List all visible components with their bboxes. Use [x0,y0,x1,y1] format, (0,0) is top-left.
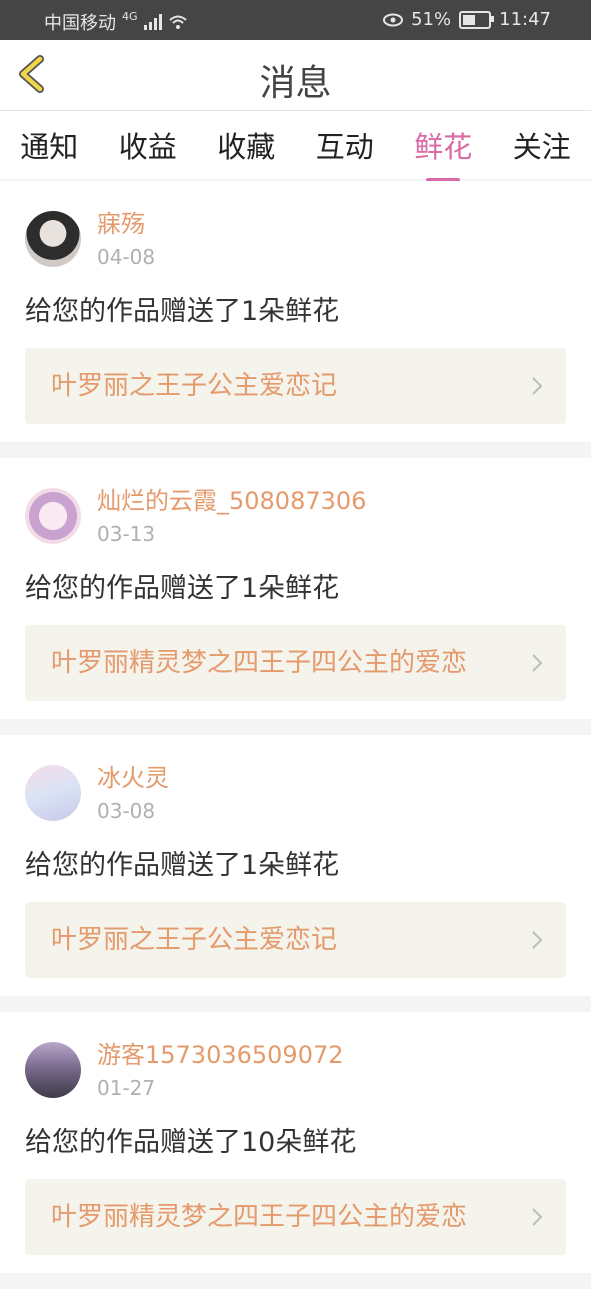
list-item: 寐殇 04-08 给您的作品赠送了1朵鲜花 叶罗丽之王子公主爱恋记 [0,181,591,442]
app-header: 消息 [0,40,591,111]
eye-icon [383,13,404,26]
tab-bar: 通知 收益 收藏 互动 鲜花 关注 [0,111,591,179]
message-text: 给您的作品赠送了10朵鲜花 [25,1127,357,1158]
tab-follows[interactable]: 关注 [509,124,575,166]
user-name[interactable]: 冰火灵 [97,763,566,793]
clock: 11:47 [499,9,551,30]
message-text: 给您的作品赠送了1朵鲜花 [25,573,340,604]
tab-flowers[interactable]: 鲜花 [410,124,476,166]
list-item: 灿烂的云霞_508087306 03-13 给您的作品赠送了1朵鲜花 叶罗丽精灵… [0,458,591,719]
work-title: 叶罗丽之王子公主爱恋记 [51,925,338,955]
network-label: 4G [122,9,138,23]
list-item: 冰火灵 03-08 给您的作品赠送了1朵鲜花 叶罗丽之王子公主爱恋记 [0,735,591,996]
message-date: 04-08 [97,245,156,269]
flower-message-list: 寐殇 04-08 给您的作品赠送了1朵鲜花 叶罗丽之王子公主爱恋记 灿烂的云霞_… [0,181,591,1289]
work-link[interactable]: 叶罗丽精灵梦之四王子四公主的爱恋 [25,625,566,701]
message-date: 03-13 [97,522,156,546]
work-title: 叶罗丽精灵梦之四王子四公主的爱恋 [51,648,468,678]
user-name[interactable]: 寐殇 [97,209,566,239]
work-title: 叶罗丽之王子公主爱恋记 [51,371,338,401]
tab-interactions[interactable]: 互动 [312,124,378,166]
avatar[interactable] [25,211,81,267]
tab-earnings[interactable]: 收益 [115,124,181,166]
work-link[interactable]: 叶罗丽之王子公主爱恋记 [25,348,566,424]
message-date: 01-27 [97,1076,156,1100]
chevron-right-icon [532,931,543,949]
list-item: 游客1573036509072 01-27 给您的作品赠送了10朵鲜花 叶罗丽精… [0,1012,591,1273]
work-title: 叶罗丽精灵梦之四王子四公主的爱恋 [51,1202,468,1232]
user-name[interactable]: 灿烂的云霞_508087306 [97,486,566,516]
wifi-icon [168,15,187,29]
message-text: 给您的作品赠送了1朵鲜花 [25,296,340,327]
battery-icon [459,10,495,29]
signal-icon [143,14,162,30]
avatar[interactable] [25,765,81,821]
message-text: 给您的作品赠送了1朵鲜花 [25,850,340,881]
tab-favorites[interactable]: 收藏 [213,124,279,166]
work-link[interactable]: 叶罗丽之王子公主爱恋记 [25,902,566,978]
message-date: 03-08 [97,799,156,823]
battery-percent: 51% [411,9,452,30]
avatar[interactable] [25,1042,81,1098]
page-title: 消息 [259,63,332,104]
avatar[interactable] [25,488,81,544]
work-link[interactable]: 叶罗丽精灵梦之四王子四公主的爱恋 [25,1179,566,1255]
chevron-right-icon [532,377,543,395]
user-name[interactable]: 游客1573036509072 [97,1040,566,1070]
chevron-right-icon [532,654,543,672]
status-bar: 中国移动 4G 51% 11:47 [0,0,591,40]
carrier-label: 中国移动 [44,13,116,34]
chevron-right-icon [532,1208,543,1226]
tab-notifications[interactable]: 通知 [16,124,82,166]
